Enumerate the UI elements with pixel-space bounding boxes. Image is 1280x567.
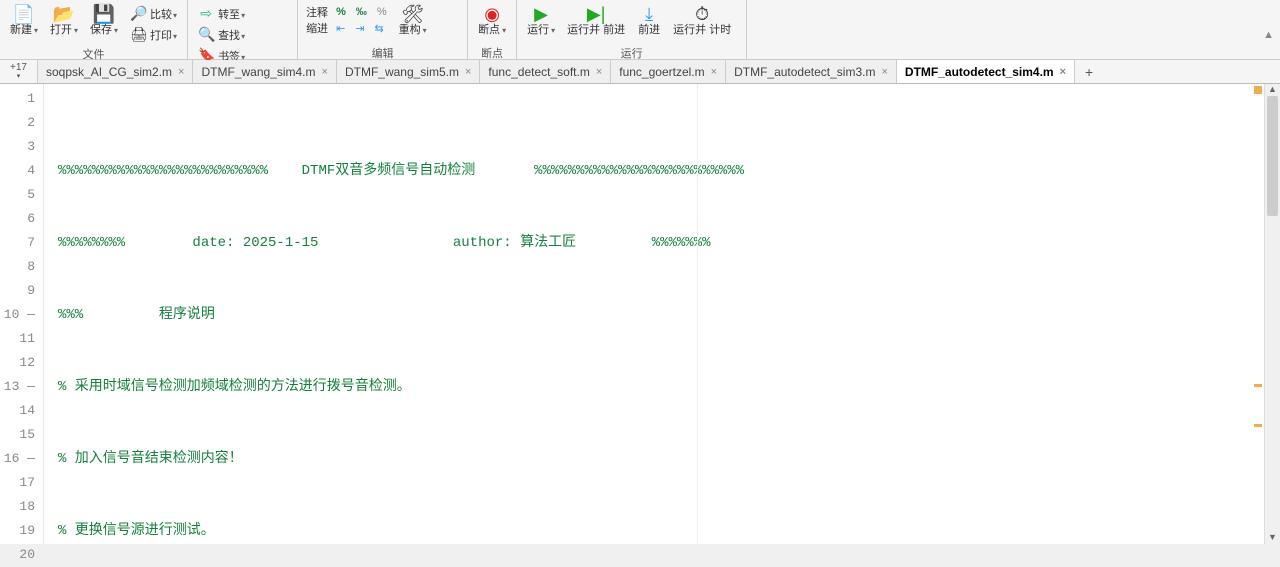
code-editor[interactable]: 12345678910 —111213 —141516 —17181920 %%…	[0, 84, 1280, 544]
open-icon: 📂	[53, 4, 75, 24]
run-time-button[interactable]: ⏱运行并 计时	[667, 2, 737, 45]
line-gutter: 12345678910 —111213 —141516 —17181920	[0, 84, 44, 544]
comment-pct-button[interactable]: %	[334, 6, 348, 18]
print-icon: 🖨	[130, 26, 146, 43]
warning-mark[interactable]	[1254, 424, 1262, 427]
tab-dtmf-sim4[interactable]: DTMF_wang_sim4.m×	[193, 60, 336, 83]
vertical-scrollbar[interactable]: ▲ ▼	[1264, 84, 1280, 544]
group-run-label: 运行	[521, 45, 742, 59]
tab-func-goertzel[interactable]: func_goertzel.m×	[611, 60, 726, 83]
indent-label: 缩进	[306, 20, 328, 36]
find-icon: 🔍	[198, 26, 214, 43]
close-icon[interactable]: ×	[596, 66, 602, 78]
tab-autodetect3[interactable]: DTMF_autodetect_sim3.m×	[726, 60, 897, 83]
refactor-button[interactable]: 🛠重构	[393, 2, 433, 45]
goto-icon: ⇨	[198, 5, 214, 22]
breakpoint-button[interactable]: ◉断点	[472, 2, 512, 45]
comment-label: 注释	[306, 4, 328, 20]
run-button[interactable]: ▶运行	[521, 2, 561, 45]
group-edit-label: 编辑	[302, 45, 463, 59]
run-time-icon: ⏱	[695, 4, 709, 24]
run-icon: ▶	[534, 4, 548, 24]
tab-dtmf-sim5[interactable]: DTMF_wang_sim5.m×	[337, 60, 480, 83]
new-button[interactable]: 📄新建	[4, 2, 44, 46]
close-icon[interactable]: ×	[178, 66, 184, 78]
close-icon[interactable]: ×	[322, 66, 328, 78]
group-file-label: 文件	[4, 46, 183, 60]
save-button[interactable]: 💾保存	[84, 2, 124, 46]
warning-mark[interactable]	[1254, 384, 1262, 387]
run-advance-button[interactable]: ▶|运行并 前进	[561, 2, 631, 45]
margin-ruler	[697, 84, 698, 544]
tab-overflow-button[interactable]: +17▾	[0, 60, 38, 83]
comment-z-button[interactable]: %	[375, 6, 389, 18]
new-icon: 📄	[13, 4, 35, 24]
group-bp-label: 断点	[472, 45, 512, 59]
code-area[interactable]: %%%%%%%%%%%%%%%%%%%%%%%%% DTMF双音多频信号自动检测…	[44, 84, 1280, 544]
warning-indicator-icon[interactable]	[1254, 86, 1262, 94]
comment-pct2-button[interactable]: ‰	[354, 6, 369, 18]
open-button[interactable]: 📂打开	[44, 2, 84, 46]
new-tab-button[interactable]: +	[1075, 60, 1103, 83]
close-icon[interactable]: ×	[881, 66, 887, 78]
find-button[interactable]: 🔍查找	[196, 25, 247, 44]
breakpoint-icon: ◉	[484, 4, 500, 24]
compare-icon: 🔎	[130, 5, 146, 22]
indent-auto-button[interactable]: ⇥	[353, 22, 366, 35]
scroll-thumb[interactable]	[1267, 96, 1278, 216]
scroll-up-icon[interactable]: ▲	[1265, 84, 1280, 96]
close-icon[interactable]: ×	[711, 66, 717, 78]
save-icon: 💾	[93, 4, 115, 24]
step-icon: ⤓	[645, 4, 653, 24]
refactor-icon: 🛠	[401, 4, 424, 24]
print-button[interactable]: 🖨打印	[128, 25, 179, 44]
scroll-down-icon[interactable]: ▼	[1265, 532, 1280, 544]
indent-left-button[interactable]: ⇤	[334, 22, 347, 35]
run-advance-icon: ▶|	[587, 4, 606, 24]
compare-button[interactable]: 🔎比较	[128, 4, 179, 23]
indent-right-button[interactable]: ⇆	[373, 22, 386, 35]
tab-soqpsk[interactable]: soqpsk_AI_CG_sim2.m×	[38, 60, 193, 83]
close-icon[interactable]: ×	[1060, 66, 1066, 78]
close-icon[interactable]: ×	[465, 66, 471, 78]
ribbon-toolbar: 📄新建 📂打开 💾保存 🔎比较 🖨打印 文件 ⇨转至 🔍查找 🔖书签 导航 注释	[0, 0, 1280, 60]
goto-button[interactable]: ⇨转至	[196, 4, 247, 23]
step-button[interactable]: ⤓前进	[631, 2, 667, 45]
document-tabbar: +17▾ soqpsk_AI_CG_sim2.m× DTMF_wang_sim4…	[0, 60, 1280, 84]
tab-autodetect4[interactable]: DTMF_autodetect_sim4.m×	[897, 60, 1075, 83]
tab-func-detect[interactable]: func_detect_soft.m×	[480, 60, 611, 83]
ribbon-expand-icon[interactable]: ▲	[1263, 29, 1274, 41]
code-minimap-strip	[1252, 84, 1264, 544]
